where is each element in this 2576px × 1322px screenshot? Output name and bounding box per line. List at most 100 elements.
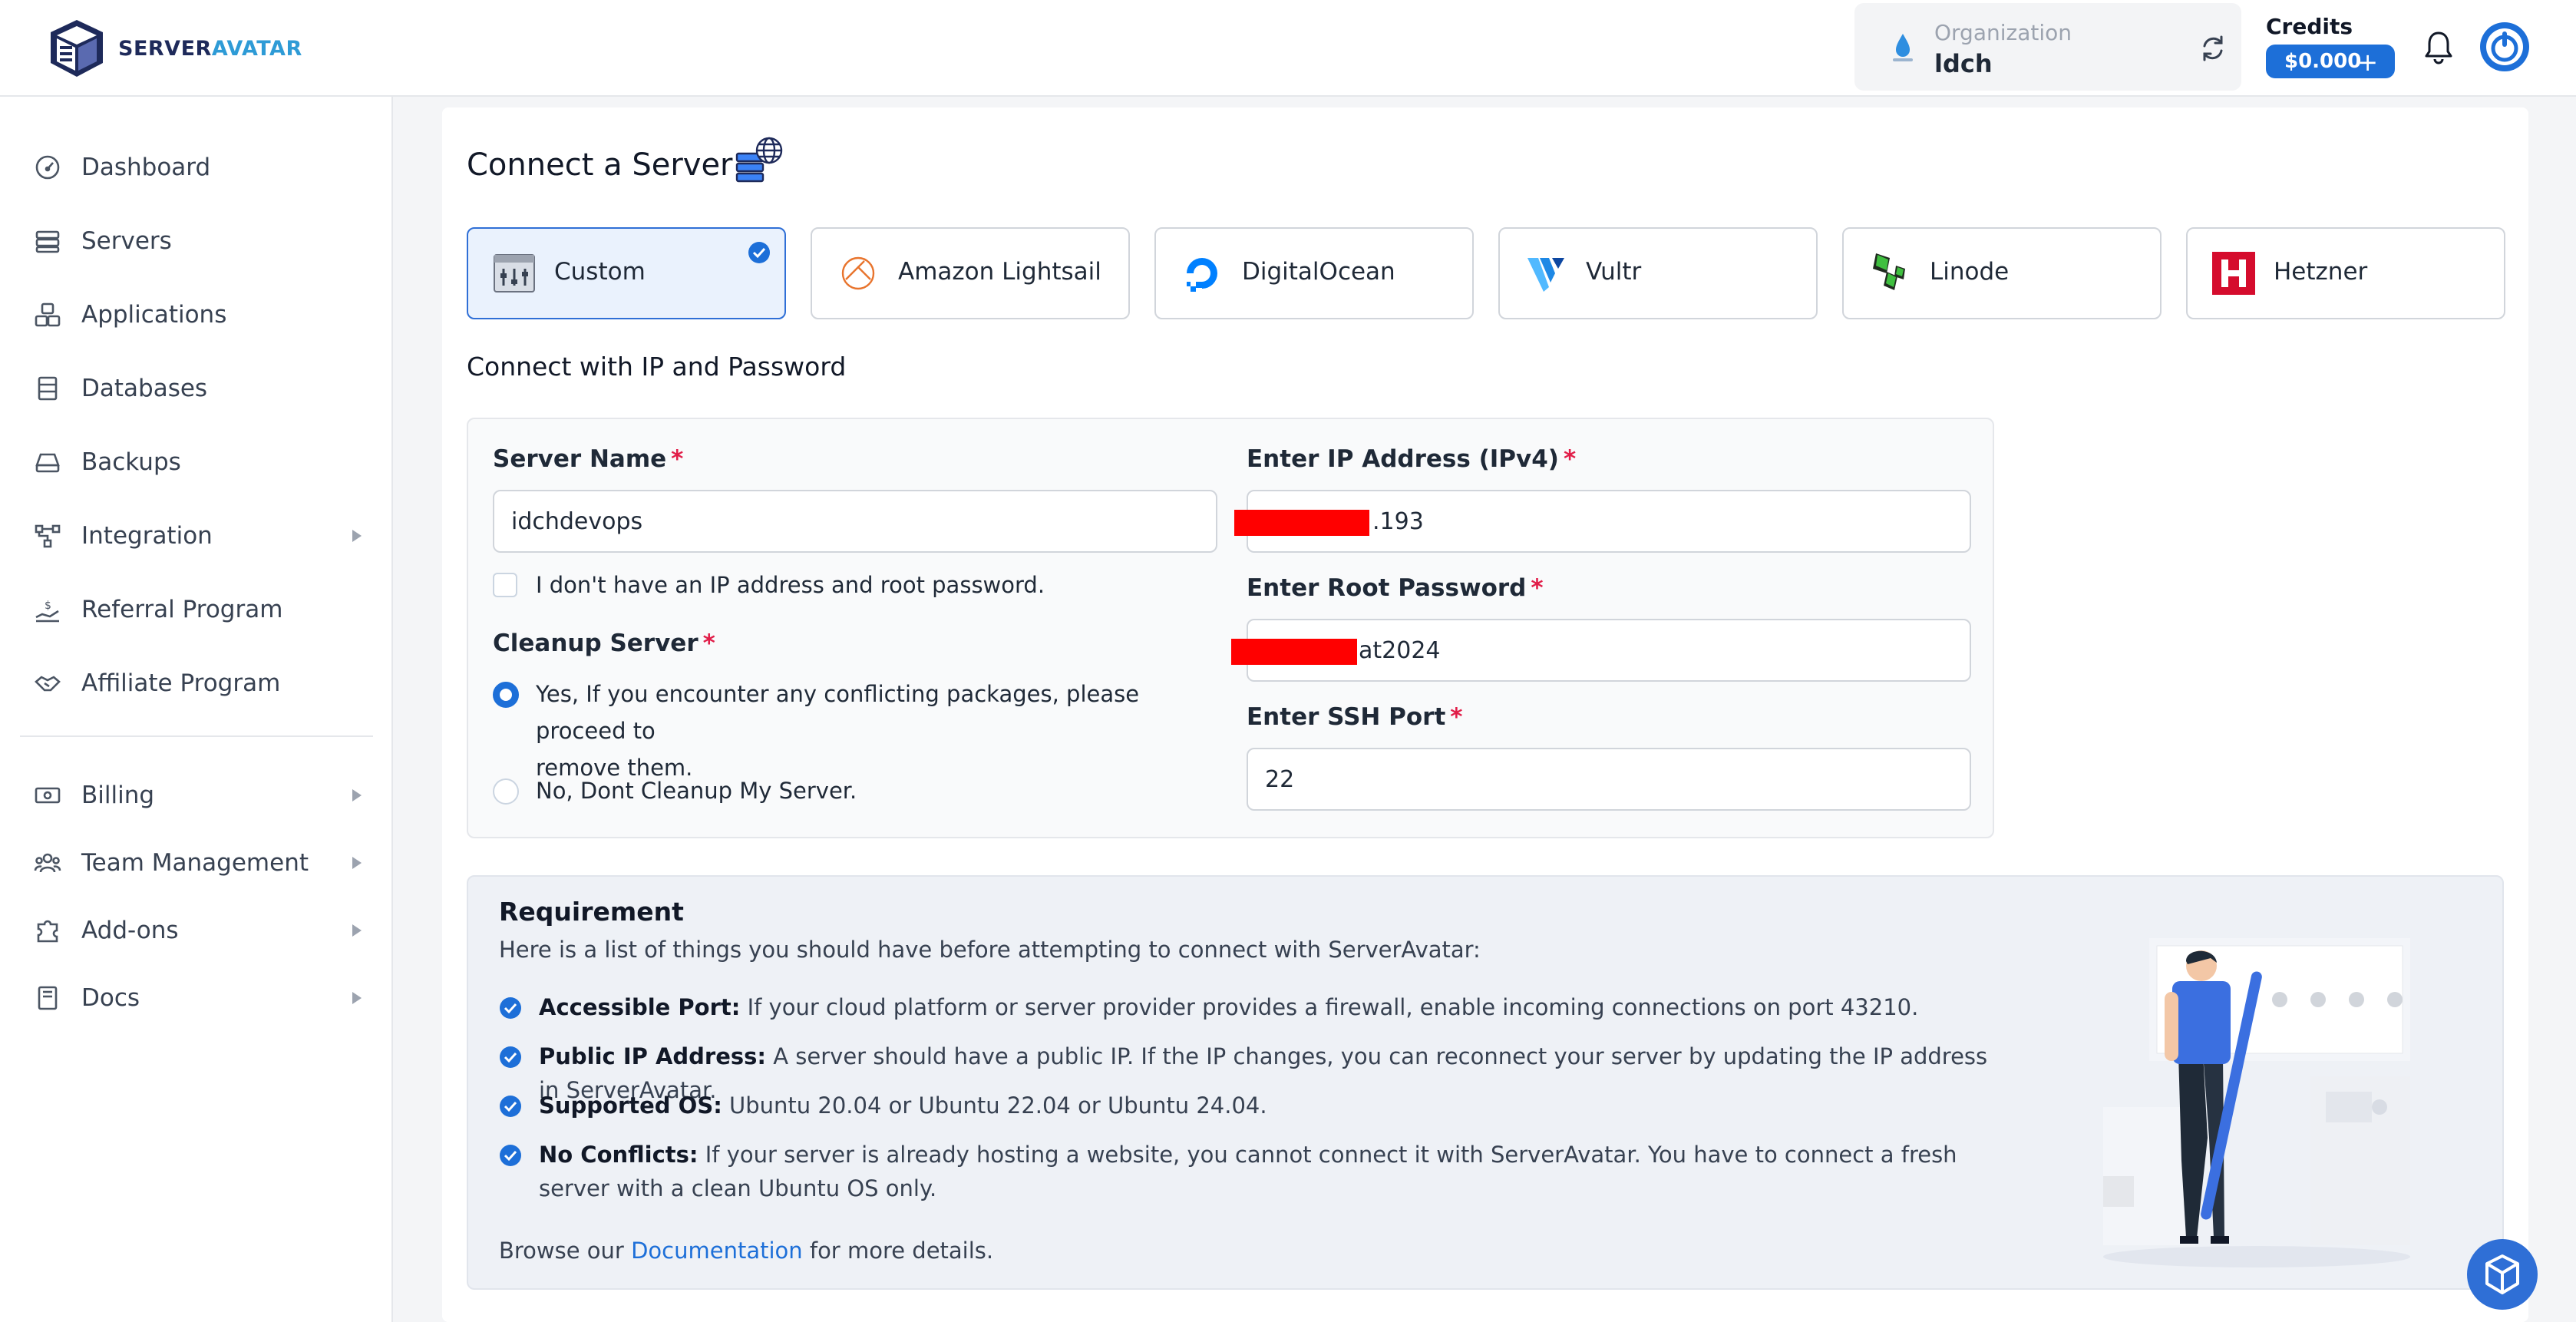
sidebar-item-label: Billing [81, 782, 155, 809]
sidebar-item-label: Add-ons [81, 917, 179, 944]
serveravatar-logo-icon [51, 20, 103, 77]
caret-right-icon [352, 789, 362, 801]
check-circle-icon [500, 1096, 521, 1117]
caret-right-icon [352, 992, 362, 1004]
sidebar-item-label: Dashboard [81, 154, 211, 181]
redaction-mark [1234, 510, 1369, 536]
brand-name: SERVERAVATAR [118, 36, 302, 61]
page-root: SERVERAVATAR Organization ldch Credits $… [0, 0, 2576, 1322]
documentation-link[interactable]: Documentation [631, 1238, 803, 1264]
sidebar-item-applications[interactable]: Applications [34, 292, 364, 338]
sidebar-item-label: Team Management [81, 849, 309, 877]
linode-icon [1873, 253, 1905, 290]
help-widget-icon[interactable] [2467, 1239, 2538, 1310]
connect-server-card: Connect a Server Custom Amazon Lightsail… [442, 107, 2528, 1322]
server-icon [35, 230, 60, 253]
cleanup-no-radio[interactable] [493, 778, 519, 805]
caret-right-icon [352, 530, 362, 542]
provider-vultr[interactable]: Vultr [1498, 227, 1818, 319]
requirements-intro: Here is a list of things you should have… [499, 937, 1481, 963]
provider-amazon-lightsail[interactable]: Amazon Lightsail [811, 227, 1130, 319]
provider-linode[interactable]: Linode [1842, 227, 2162, 319]
cleanup-no-label: No, Dont Cleanup My Server. [536, 778, 857, 804]
user-avatar-icon[interactable] [2479, 21, 2530, 72]
provider-digitalocean[interactable]: DigitalOcean [1154, 227, 1474, 319]
sidebar-item-referral-program[interactable]: $ Referral Program [34, 587, 364, 633]
ssh-port-input[interactable]: 22 [1247, 748, 1971, 811]
cleanup-yes-label: Yes, If you encounter any conflicting pa… [536, 681, 1140, 781]
top-bar: SERVERAVATAR Organization ldch Credits $… [0, 0, 2576, 97]
provider-label: Amazon Lightsail [898, 258, 1101, 286]
cubes-icon [35, 302, 61, 327]
sidebar-item-servers[interactable]: Servers [34, 218, 364, 264]
sidebar-item-integration[interactable]: Integration [34, 513, 364, 559]
provider-hetzner[interactable]: Hetzner [2186, 227, 2505, 319]
cleanup-server-label: Cleanup Server * [493, 630, 715, 657]
sidebar-item-label: Backups [81, 448, 181, 476]
check-circle-icon [500, 1145, 521, 1166]
sidebar-item-label: Integration [81, 522, 213, 550]
custom-server-icon [494, 254, 535, 292]
lightsail-icon [841, 256, 875, 290]
provider-label: Hetzner [2274, 258, 2368, 286]
section-subheading: Connect with IP and Password [467, 352, 847, 382]
requirements-panel: Requirement Here is a list of things you… [467, 875, 2504, 1290]
hetzner-icon [2212, 252, 2255, 295]
caret-right-icon [352, 857, 362, 869]
check-circle-icon [500, 997, 521, 1019]
redaction-mark [1231, 639, 1357, 665]
sidebar-item-label: Docs [81, 984, 140, 1012]
billing-icon [35, 787, 61, 804]
connection-form: Server Name * idchdevops I don't have an … [467, 418, 1994, 838]
provider-label: Custom [554, 258, 646, 286]
puzzle-icon [37, 920, 58, 943]
drive-icon [35, 453, 60, 473]
gauge-icon [35, 155, 60, 180]
plus-icon: + [2357, 48, 2378, 77]
sidebar-item-backups[interactable]: Backups [34, 439, 364, 485]
requirements-title: Requirement [499, 897, 684, 927]
sidebar-item-team-management[interactable]: Team Management [34, 840, 364, 886]
cleanup-yes-radio[interactable] [493, 682, 519, 708]
sidebar-item-add-ons[interactable]: Add-ons [34, 907, 364, 953]
credits-label: Credits [2266, 14, 2353, 39]
ssh-port-label: Enter SSH Port * [1247, 703, 1463, 731]
root-password-label: Enter Root Password * [1247, 574, 1544, 602]
provider-label: Vultr [1586, 258, 1642, 286]
organization-name: ldch [1934, 49, 1993, 78]
ip-address-label: Enter IP Address (IPv4) * [1247, 445, 1577, 473]
provider-custom[interactable]: Custom [467, 227, 786, 319]
team-icon [34, 853, 61, 873]
notification-bell-icon[interactable] [2422, 29, 2455, 64]
vultr-icon [1527, 258, 1564, 292]
check-circle-icon [748, 242, 770, 263]
switch-organization-icon[interactable] [2198, 34, 2228, 63]
sidebar-item-billing[interactable]: Billing [34, 772, 364, 818]
sidebar-item-label: Databases [81, 375, 208, 402]
sidebar-item-databases[interactable]: Databases [34, 365, 364, 411]
sidebar-item-affiliate-program[interactable]: Affiliate Program [34, 660, 364, 706]
database-icon [38, 376, 58, 401]
handshake-icon [35, 676, 61, 692]
sidebar-item-label: Servers [81, 227, 172, 255]
page-title: Connect a Server [467, 147, 733, 183]
person-whiteboard-illustration [2103, 938, 2410, 1267]
book-icon [38, 986, 58, 1010]
add-credits-button[interactable]: $0.000 + [2266, 45, 2395, 78]
brand-logo[interactable]: SERVERAVATAR [46, 15, 302, 81]
requirements-footer: Browse our Documentation for more detail… [499, 1238, 994, 1264]
integration-icon [35, 524, 61, 548]
sidebar: Dashboard Servers Applications Databases… [0, 97, 393, 1322]
sidebar-item-dashboard[interactable]: Dashboard [34, 144, 364, 190]
requirement-item: Supported OS: Ubuntu 20.04 or Ubuntu 22.… [499, 1089, 2003, 1122]
sidebar-divider [20, 735, 373, 737]
sidebar-item-docs[interactable]: Docs [34, 975, 364, 1021]
organization-logo-icon [1893, 34, 1913, 61]
provider-label: Linode [1930, 258, 2010, 286]
no-ip-checkbox[interactable] [493, 573, 517, 597]
organization-switcher[interactable]: Organization ldch [1854, 3, 2241, 91]
requirement-item: No Conflicts: If your server is already … [499, 1138, 1957, 1205]
server-name-input[interactable]: idchdevops [493, 490, 1217, 553]
requirement-item: Accessible Port: If your cloud platform … [499, 990, 2003, 1024]
digitalocean-icon [1187, 258, 1217, 292]
